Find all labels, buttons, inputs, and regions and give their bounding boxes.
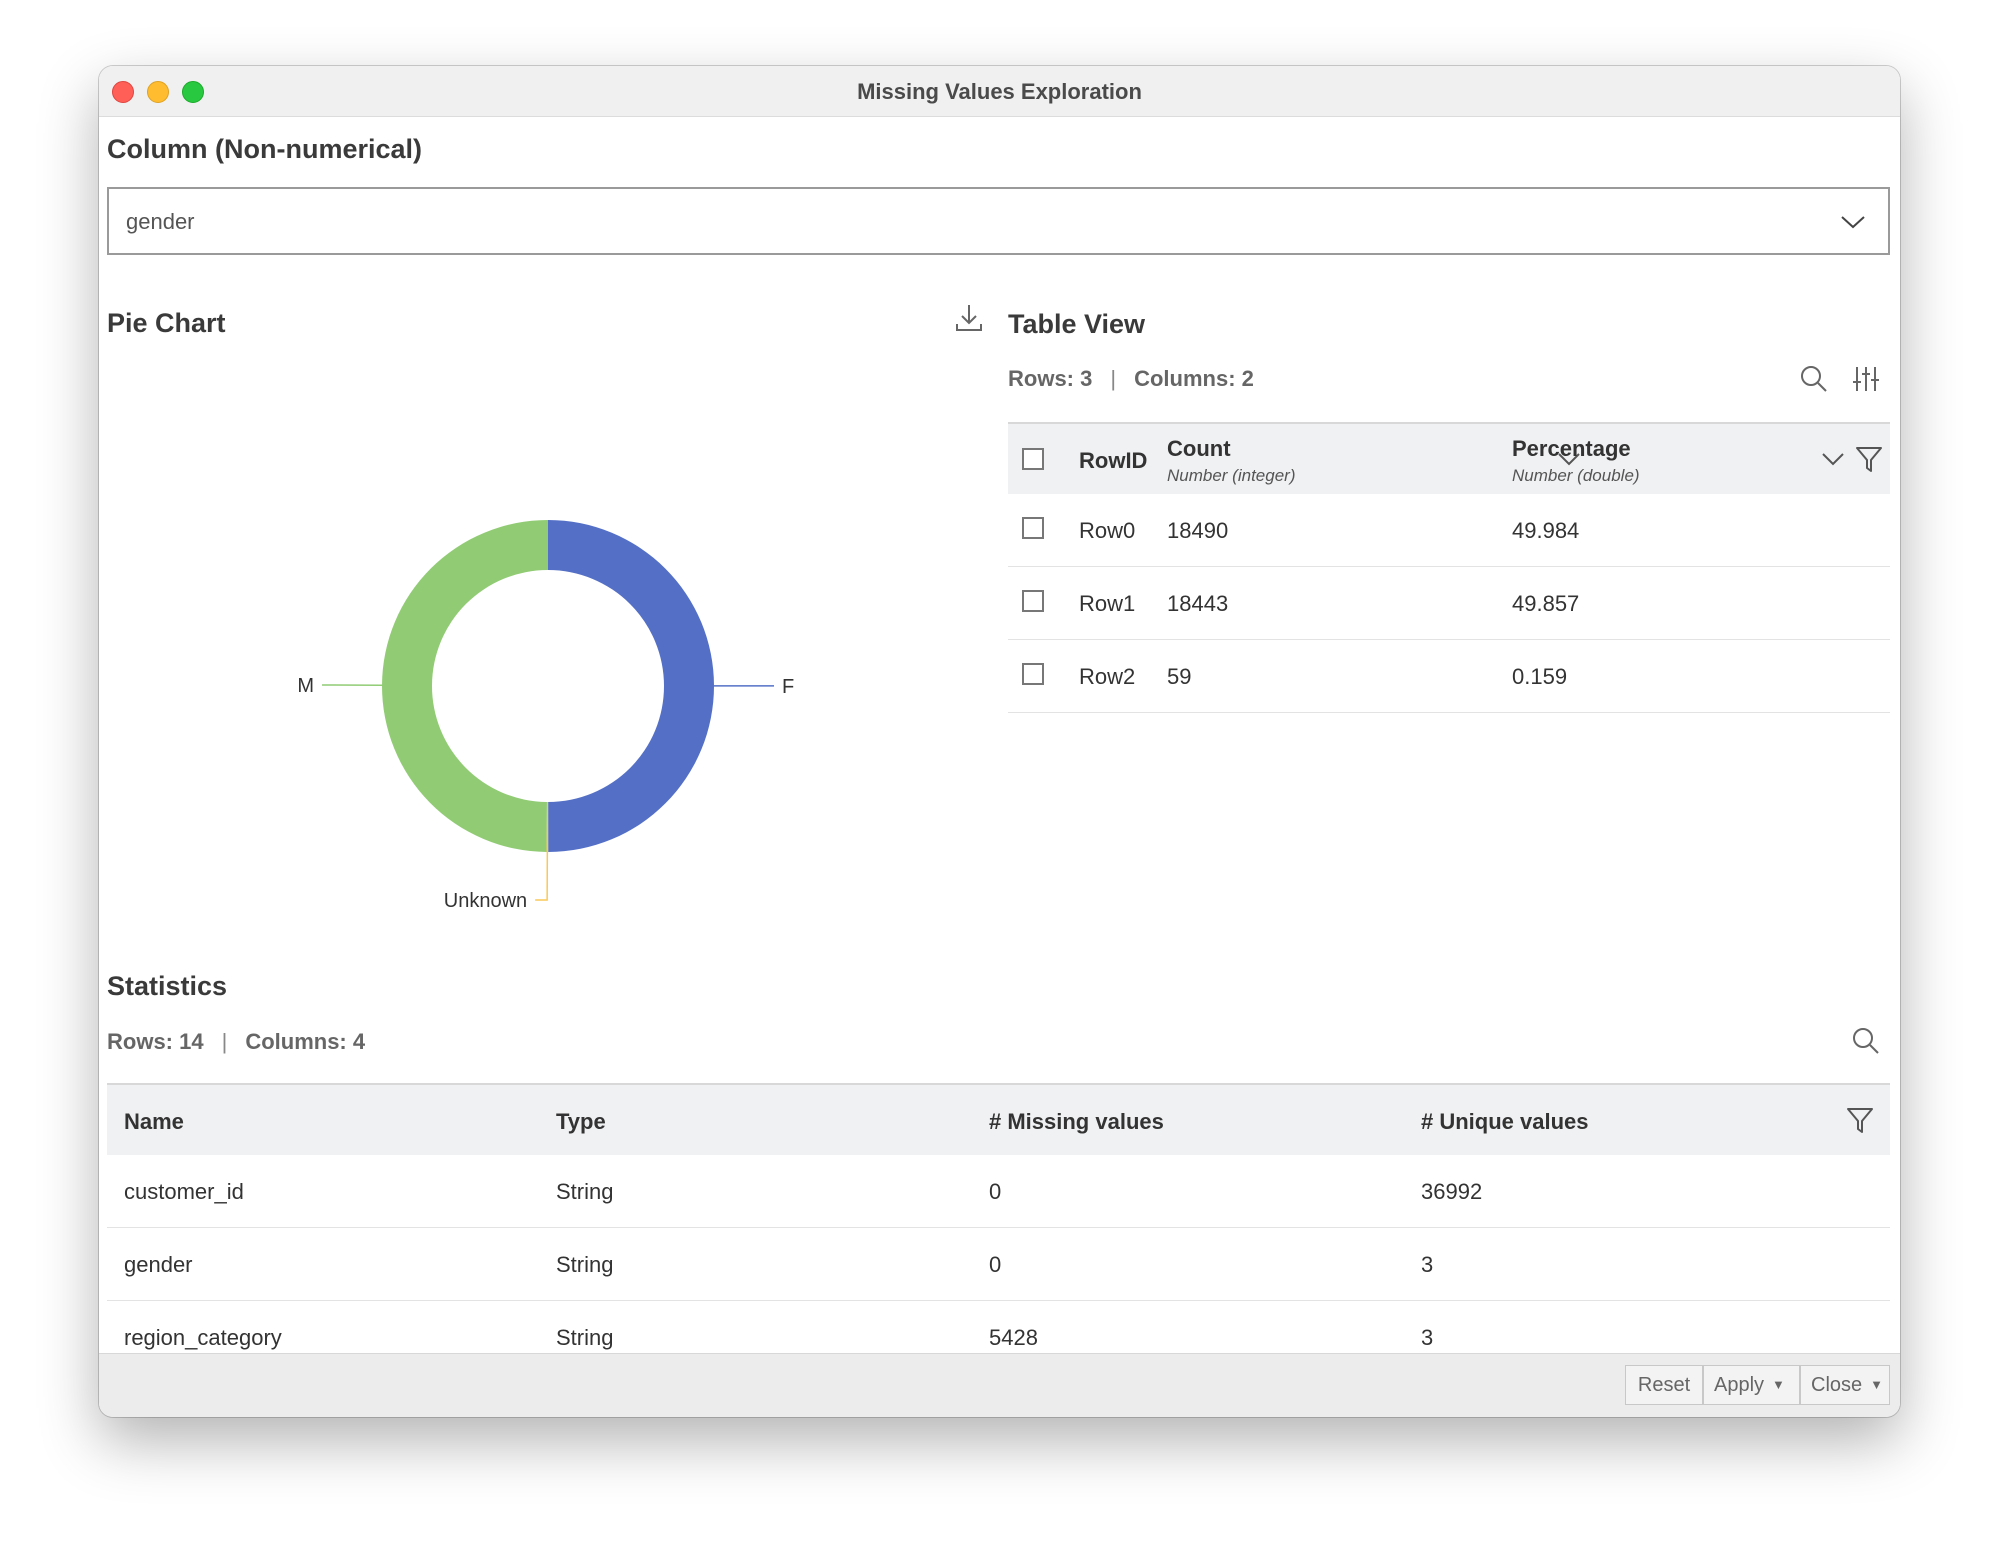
pie-label-f: F [782, 676, 794, 698]
pie-label-m: M [297, 675, 314, 697]
apply-button[interactable]: Apply ▼ [1703, 1365, 1800, 1405]
chevron-down-icon [1841, 216, 1865, 229]
statistics-meta: Rows: 14 | Columns: 4 [107, 1029, 365, 1055]
row-percentage: 49.984 [1512, 518, 1580, 543]
header-rowid: RowID [1079, 448, 1148, 473]
cell-name: region_category [124, 1325, 282, 1350]
cell-name: customer_id [124, 1179, 244, 1204]
download-icon[interactable] [954, 302, 984, 334]
statistics-columns-count: Columns: 4 [245, 1029, 366, 1054]
row-count: 59 [1167, 664, 1192, 689]
table-header: RowID Count Number (integer) Percentage … [1008, 422, 1890, 494]
cell-type: String [556, 1179, 614, 1204]
caret-down-icon: ▼ [1870, 1377, 1884, 1392]
table-row[interactable]: Row0 18490 49.984 [1008, 494, 1890, 567]
table-view-table: RowID Count Number (integer) Percentage … [1008, 422, 1890, 713]
filter-icon[interactable] [1854, 444, 1884, 474]
search-icon[interactable] [1799, 364, 1829, 394]
pie-slice-f[interactable] [548, 520, 715, 852]
cell-name: gender [124, 1252, 193, 1277]
cell-missing: 5428 [989, 1325, 1038, 1350]
apply-button-label: Apply [1714, 1374, 1765, 1396]
header-type[interactable]: Type [556, 1109, 606, 1135]
table-view-meta: Rows: 3 | Columns: 2 [1008, 366, 1254, 392]
row-checkbox[interactable] [1022, 663, 1044, 685]
cell-unique: 3 [1421, 1325, 1434, 1350]
header-name[interactable]: Name [124, 1109, 184, 1135]
row-id: Row2 [1079, 664, 1136, 689]
dialog-footer: Reset Apply ▼ Close ▼ [99, 1353, 1900, 1417]
table-view-columns-count: Columns: 2 [1134, 366, 1254, 391]
pie-chart-title: Pie Chart [107, 308, 226, 338]
select-all-checkbox[interactable] [1022, 448, 1044, 470]
statistics-table: Name Type # Missing values # Unique valu… [107, 1083, 1890, 1373]
row-checkbox[interactable] [1022, 590, 1044, 612]
column-settings-icon[interactable] [1851, 364, 1881, 394]
column-select[interactable]: gender [107, 187, 1890, 255]
close-button-label: Close [1811, 1374, 1863, 1396]
header-unique-values[interactable]: # Unique values [1421, 1109, 1589, 1135]
cell-missing: 0 [989, 1252, 1002, 1277]
cell-type: String [556, 1325, 614, 1350]
pie-leader-line [535, 851, 549, 901]
chevron-down-icon[interactable] [1820, 448, 1846, 470]
header-count-type: Number (integer) [1167, 466, 1296, 485]
reset-button[interactable]: Reset [1625, 1365, 1703, 1405]
row-id: Row1 [1079, 591, 1136, 616]
title-bar: Missing Values Exploration [99, 66, 1900, 117]
cell-unique: 3 [1421, 1252, 1434, 1277]
separator: | [221, 1029, 228, 1054]
header-count[interactable]: Count [1167, 436, 1231, 462]
header-percentage[interactable]: Percentage [1512, 436, 1631, 462]
pie-chart: F Unknown M [297, 520, 794, 912]
dialog-window: Missing Values Exploration Column (Non-n… [99, 66, 1900, 1417]
row-checkbox[interactable] [1022, 517, 1044, 539]
caret-down-icon: ▼ [1772, 1377, 1785, 1392]
cell-unique: 36992 [1421, 1179, 1483, 1204]
row-id: Row0 [1079, 518, 1136, 543]
row-count: 18443 [1167, 591, 1229, 616]
reset-button-label: Reset [1637, 1374, 1691, 1396]
table-row[interactable]: gender String 0 3 [107, 1228, 1890, 1301]
table-view-rows-count: Rows: 3 [1008, 366, 1093, 391]
row-percentage: 0.159 [1512, 664, 1568, 689]
window-title: Missing Values Exploration [857, 79, 1142, 104]
table-row[interactable]: Row2 59 0.159 [1008, 640, 1890, 713]
statistics-rows-count: Rows: 14 [107, 1029, 204, 1054]
statistics-title: Statistics [107, 971, 228, 1001]
column-select-value: gender [126, 209, 195, 234]
cell-missing: 0 [989, 1179, 1002, 1204]
row-percentage: 49.857 [1512, 591, 1580, 616]
table-view-title: Table View [1008, 309, 1146, 339]
close-button[interactable]: Close ▼ [1800, 1365, 1890, 1405]
table-header: Name Type # Missing values # Unique valu… [107, 1083, 1890, 1155]
filter-icon[interactable] [1845, 1105, 1875, 1135]
column-section-title: Column (Non-numerical) [107, 134, 422, 164]
header-missing-values[interactable]: # Missing values [989, 1109, 1164, 1135]
row-count: 18490 [1167, 518, 1229, 543]
header-percentage-type: Number (double) [1512, 466, 1640, 485]
pie-label-unknown: Unknown [444, 890, 527, 912]
pie-slice-m[interactable] [382, 520, 548, 852]
table-row[interactable]: customer_id String 0 36992 [107, 1155, 1890, 1228]
table-row[interactable]: Row1 18443 49.857 [1008, 567, 1890, 640]
separator: | [1110, 366, 1117, 391]
cell-type: String [556, 1252, 614, 1277]
search-icon[interactable] [1851, 1026, 1881, 1056]
